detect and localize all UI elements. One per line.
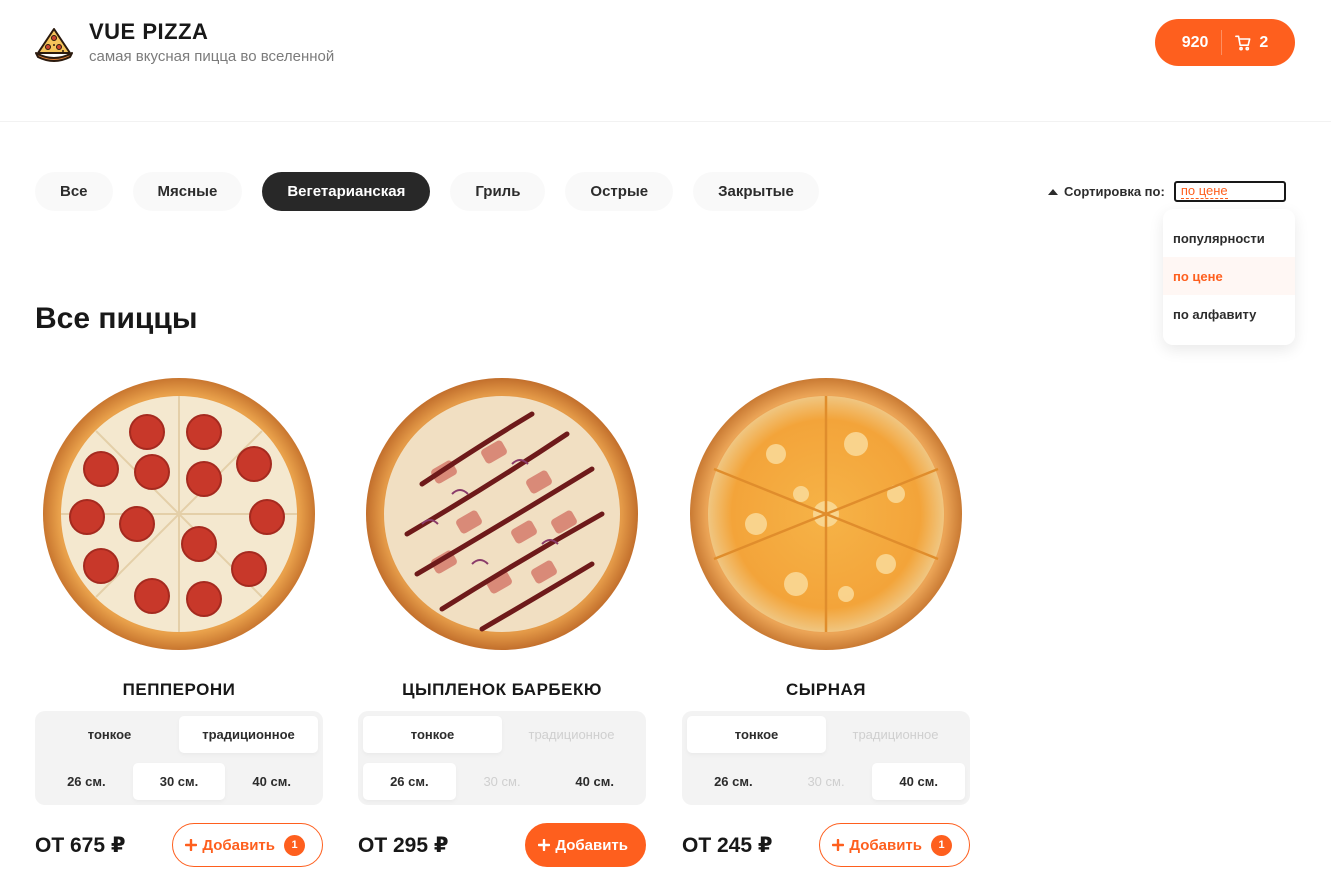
categories: Все Мясные Вегетарианская Гриль Острые З… xyxy=(35,172,839,211)
section-title: Все пиццы xyxy=(35,302,198,335)
dough-traditional-option[interactable]: традиционное xyxy=(826,716,965,753)
dough-traditional-option[interactable]: традиционное xyxy=(179,716,318,753)
sort-value: по цене xyxy=(1180,183,1228,199)
pizza-card: СЫРНАЯ тонкое традиционное 26 см. 30 см.… xyxy=(682,374,970,867)
category-vegetarian[interactable]: Вегетарианская xyxy=(262,172,431,211)
pizza-title: СЫРНАЯ xyxy=(785,680,867,699)
plus-icon xyxy=(185,839,198,851)
dough-thin-option[interactable]: тонкое xyxy=(40,716,179,753)
category-spicy[interactable]: Острые xyxy=(565,172,674,211)
pizza-bottom: ОТ 675 ₽ Добавить 1 xyxy=(35,823,323,867)
pizza-card: ЦЫПЛЕНОК БАРБЕКЮ тонкое традиционное 26 … xyxy=(358,374,646,867)
size-40-option[interactable]: 40 см. xyxy=(872,763,966,800)
pizza-selector: тонкое традиционное 26 см. 30 см. 40 см. xyxy=(35,711,323,805)
size-26-option[interactable]: 26 см. xyxy=(687,763,780,800)
cheese-pizza-image[interactable] xyxy=(686,374,966,654)
logo-title: VUE PIZZA xyxy=(89,19,209,44)
add-button[interactable]: Добавить 1 xyxy=(172,823,323,867)
pizza-logo-icon xyxy=(35,28,73,62)
size-row: 26 см. 30 см. 40 см. xyxy=(40,763,318,800)
dough-thin-option[interactable]: тонкое xyxy=(687,716,826,753)
pizza-selector: тонкое традиционное 26 см. 30 см. 40 см. xyxy=(358,711,646,805)
plus-icon xyxy=(538,839,551,851)
add-button[interactable]: Добавить xyxy=(525,823,646,867)
dough-type-row: тонкое традиционное xyxy=(687,716,965,753)
dough-type-row: тонкое традиционное xyxy=(363,716,641,753)
pizza-selector: тонкое традиционное 26 см. 30 см. 40 см. xyxy=(682,711,970,805)
add-button[interactable]: Добавить 1 xyxy=(819,823,970,867)
size-30-option[interactable]: 30 см. xyxy=(780,763,873,800)
dough-thin-option[interactable]: тонкое xyxy=(363,716,502,753)
pizza-bottom: ОТ 295 ₽ Добавить xyxy=(358,823,646,867)
add-count-badge: 1 xyxy=(931,834,952,856)
size-row: 26 см. 30 см. 40 см. xyxy=(687,763,966,800)
logo-subtitle: самая вкусная пицца во вселенной xyxy=(89,48,335,65)
pepperoni-pizza-image[interactable] xyxy=(39,374,319,654)
sort: Сортировка по: по цене xyxy=(1048,181,1286,202)
caret-up-icon xyxy=(1048,188,1058,195)
bbq-chicken-pizza-image[interactable] xyxy=(362,374,642,654)
pizza-price: ОТ 295 ₽ xyxy=(358,833,449,857)
category-meat[interactable]: Мясные xyxy=(132,172,243,211)
sort-option-alphabet[interactable]: по алфавиту xyxy=(1163,295,1295,333)
sort-option-price[interactable]: по цене xyxy=(1163,257,1295,295)
size-row: 26 см. 30 см. 40 см. xyxy=(363,763,641,800)
size-26-option[interactable]: 26 см. xyxy=(40,763,133,800)
sort-label: Сортировка по: xyxy=(1064,184,1165,199)
size-30-option[interactable]: 30 см. xyxy=(132,763,226,800)
header: VUE PIZZA самая вкусная пицца во вселенн… xyxy=(0,0,1331,122)
sort-popup: популярности по цене по алфавиту xyxy=(1163,209,1295,345)
dough-type-row: тонкое традиционное xyxy=(40,716,318,753)
add-count-badge: 1 xyxy=(284,834,305,856)
pizza-price: ОТ 675 ₽ xyxy=(35,833,126,857)
size-26-option[interactable]: 26 см. xyxy=(363,763,456,800)
add-button-label: Добавить xyxy=(555,836,628,854)
dough-traditional-option[interactable]: традиционное xyxy=(502,716,641,753)
size-40-option[interactable]: 40 см. xyxy=(225,763,318,800)
plus-icon xyxy=(832,839,845,851)
category-all[interactable]: Все xyxy=(35,172,113,211)
cart-count: 2 xyxy=(1259,33,1269,51)
sort-option-popularity[interactable]: популярности xyxy=(1163,219,1295,257)
pizza-title: ПЕППЕРОНИ xyxy=(122,680,236,699)
pizza-title: ЦЫПЛЕНОК БАРБЕКЮ xyxy=(402,680,602,699)
size-40-option[interactable]: 40 см. xyxy=(548,763,641,800)
add-button-label: Добавить xyxy=(202,836,275,854)
cart-divider xyxy=(1221,30,1223,55)
cart-button[interactable]: 920 2 xyxy=(1155,19,1295,66)
logo[interactable]: VUE PIZZA самая вкусная пицца во вселенн… xyxy=(34,20,334,66)
size-30-option[interactable]: 30 см. xyxy=(456,763,549,800)
pizza-card: ПЕППЕРОНИ тонкое традиционное 26 см. 30 … xyxy=(35,374,323,867)
add-button-label: Добавить xyxy=(849,836,922,854)
sort-select[interactable]: по цене xyxy=(1173,181,1286,202)
cart-sum: 920 xyxy=(1181,33,1209,51)
cart-icon xyxy=(1235,35,1251,50)
category-grill[interactable]: Гриль xyxy=(450,172,546,211)
category-closed[interactable]: Закрытые xyxy=(693,172,819,211)
pizza-price: ОТ 245 ₽ xyxy=(682,833,773,857)
pizza-bottom: ОТ 245 ₽ Добавить 1 xyxy=(682,823,970,867)
